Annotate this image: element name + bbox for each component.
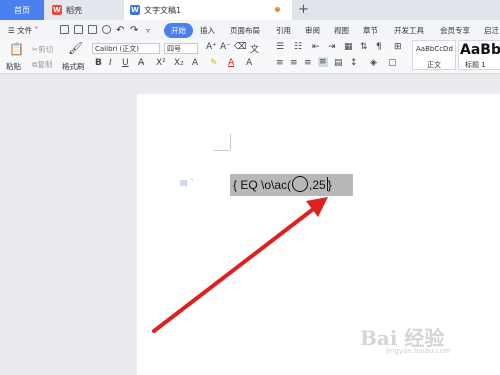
watermark-url: jingyan.baidu.com — [386, 347, 451, 355]
annotation-arrow — [152, 197, 328, 333]
arrow-shaft — [152, 208, 314, 333]
